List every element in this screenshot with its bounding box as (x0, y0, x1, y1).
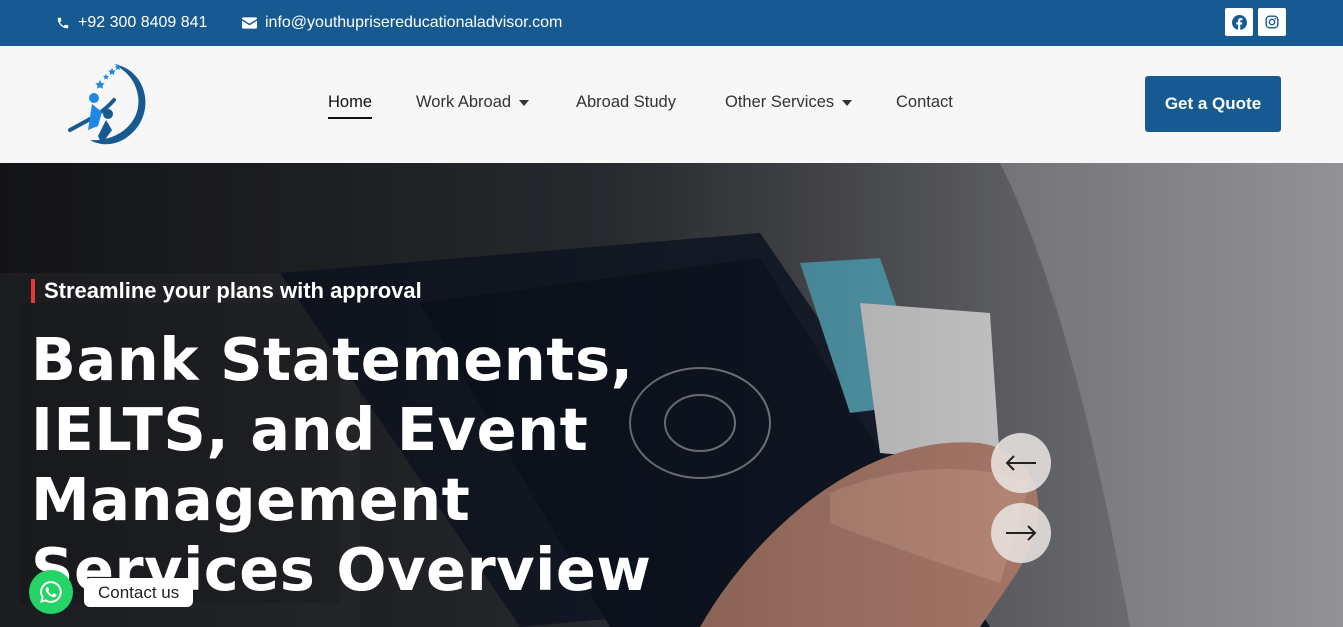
site-header: Home Work Abroad Abroad Study Other Serv… (0, 46, 1343, 163)
instagram-icon (1265, 15, 1279, 29)
caret-down-icon (842, 99, 853, 106)
nav-contact-label: Contact (896, 93, 953, 111)
phone-icon (57, 17, 69, 29)
nav-home-label: Home (328, 93, 373, 111)
facebook-link[interactable] (1225, 8, 1253, 36)
contact-us-label[interactable]: Contact us (84, 578, 194, 607)
email-address: info@youthuprisereducationaladvisor.com (265, 14, 563, 31)
phone-number: +92 300 8409 841 (78, 14, 208, 31)
nav-abroad-study-label: Abroad Study (576, 93, 676, 111)
nav-home[interactable]: Home (328, 93, 373, 119)
slider-prev-button[interactable] (991, 433, 1051, 493)
hero-headline: Bank Statements, IELTS, and Event Manage… (31, 325, 652, 604)
caret-down-icon (519, 99, 530, 106)
instagram-link[interactable] (1258, 8, 1286, 36)
whatsapp-icon (40, 581, 62, 603)
facebook-icon (1231, 14, 1247, 30)
top-bar: +92 300 8409 841 info@youthuprisereducat… (0, 0, 1343, 46)
nav-work-abroad-label: Work Abroad (416, 93, 512, 111)
whatsapp-button[interactable] (29, 570, 73, 614)
get-a-quote-button[interactable]: Get a Quote (1145, 76, 1281, 132)
arrow-right-icon (1006, 525, 1037, 541)
email-contact[interactable]: info@youthuprisereducationaladvisor.com (242, 0, 562, 46)
nav-other-services-label: Other Services (725, 93, 835, 111)
envelope-icon (242, 17, 257, 29)
slider-next-button[interactable] (991, 503, 1051, 563)
hero-eyebrow: Streamline your plans with approval (31, 279, 422, 303)
logo-icon (68, 64, 146, 145)
phone-contact[interactable]: +92 300 8409 841 (56, 0, 207, 46)
arrow-left-icon (1005, 455, 1036, 471)
nav-contact[interactable]: Contact (896, 93, 953, 112)
nav-other-services[interactable]: Other Services (725, 93, 853, 112)
site-logo[interactable] (62, 60, 154, 148)
nav-work-abroad[interactable]: Work Abroad (416, 93, 530, 112)
nav-abroad-study[interactable]: Abroad Study (576, 93, 676, 112)
hero-slider: Streamline your plans with approval Bank… (0, 163, 1343, 627)
